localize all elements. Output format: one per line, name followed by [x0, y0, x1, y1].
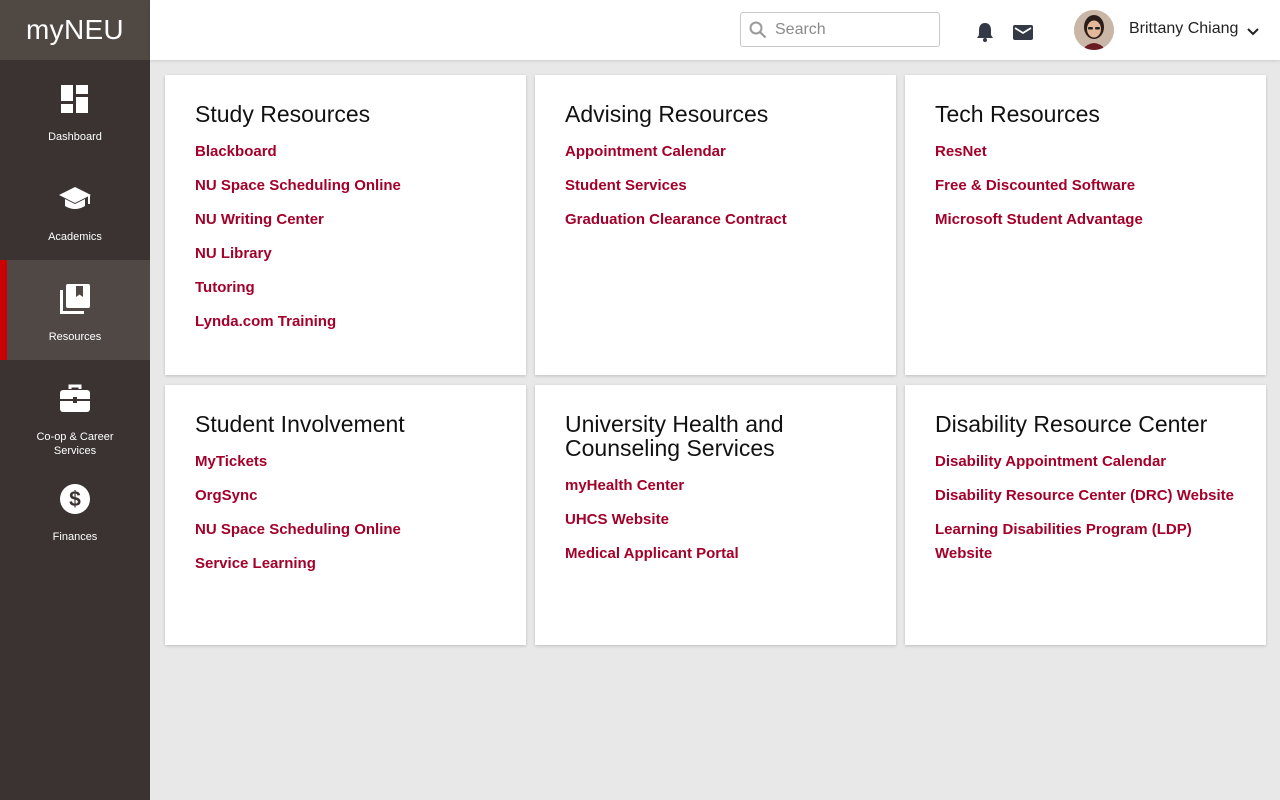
link-list: MyTickets OrgSync NU Space Scheduling On…: [195, 450, 496, 576]
link-appointment-calendar[interactable]: Appointment Calendar: [565, 140, 866, 164]
search-input[interactable]: [775, 20, 935, 39]
link-list: Disability Appointment Calendar Disabili…: [935, 450, 1236, 566]
sidebar-item-resources[interactable]: Resources: [0, 260, 150, 360]
link-service-learning[interactable]: Service Learning: [195, 552, 496, 576]
sidebar-item-label: Co-op & Career Services: [36, 431, 114, 457]
resources-icon: [58, 282, 92, 316]
card-title: Student Involvement: [195, 411, 405, 437]
app-logo[interactable]: myNEU: [26, 14, 124, 46]
card-study-resources: Study Resources Blackboard NU Space Sche…: [165, 75, 526, 375]
dollar-icon: $: [58, 482, 92, 516]
card-health-counseling: University Health and Counseling Service…: [535, 385, 896, 645]
link-list: myHealth Center UHCS Website Medical App…: [565, 474, 866, 566]
card-disability-resource-center: Disability Resource Center Disability Ap…: [905, 385, 1266, 645]
sidebar-item-label: Dashboard: [48, 131, 102, 143]
link-list: Appointment Calendar Student Services Gr…: [565, 140, 866, 232]
link-free-software[interactable]: Free & Discounted Software: [935, 174, 1236, 198]
card-title: Tech Resources: [935, 101, 1100, 127]
link-blackboard[interactable]: Blackboard: [195, 140, 496, 164]
link-nu-library[interactable]: NU Library: [195, 242, 496, 266]
link-uhcs-website[interactable]: UHCS Website: [565, 508, 866, 532]
card-title: Study Resources: [195, 101, 371, 127]
link-myhealth-center[interactable]: myHealth Center: [565, 474, 866, 498]
link-medical-applicant-portal[interactable]: Medical Applicant Portal: [565, 542, 866, 566]
sidebar: myNEU Dashboard Academics Resources Co-o…: [0, 0, 150, 800]
link-resnet[interactable]: ResNet: [935, 140, 1236, 164]
link-orgsync[interactable]: OrgSync: [195, 484, 496, 508]
link-ldp-website[interactable]: Learning Disabilities Program (LDP) Webs…: [935, 518, 1205, 566]
link-lynda-training[interactable]: Lynda.com Training: [195, 310, 496, 334]
card-advising-resources: Advising Resources Appointment Calendar …: [535, 75, 896, 375]
chevron-down-icon[interactable]: [1246, 24, 1260, 36]
user-name[interactable]: Brittany Chiang: [1129, 20, 1238, 38]
sidebar-item-label: Academics: [48, 231, 102, 243]
link-nu-space-scheduling[interactable]: NU Space Scheduling Online: [195, 518, 496, 542]
dashboard-icon: [58, 82, 92, 116]
logo-area[interactable]: myNEU: [0, 0, 150, 60]
sidebar-item-finances[interactable]: $ Finances: [0, 460, 150, 560]
card-title: Advising Resources: [565, 101, 769, 127]
briefcase-icon: [58, 382, 92, 416]
link-graduation-clearance[interactable]: Graduation Clearance Contract: [565, 208, 866, 232]
link-tutoring[interactable]: Tutoring: [195, 276, 496, 300]
link-student-services[interactable]: Student Services: [565, 174, 866, 198]
link-list: Blackboard NU Space Scheduling Online NU…: [195, 140, 496, 334]
sidebar-item-coop-career[interactable]: Co-op & Career Services: [0, 360, 150, 460]
link-nu-space-scheduling[interactable]: NU Space Scheduling Online: [195, 174, 496, 198]
search-box[interactable]: [740, 12, 940, 47]
link-disability-appointment-calendar[interactable]: Disability Appointment Calendar: [935, 450, 1236, 474]
svg-text:$: $: [69, 488, 81, 511]
link-list: ResNet Free & Discounted Software Micros…: [935, 140, 1236, 232]
card-tech-resources: Tech Resources ResNet Free & Discounted …: [905, 75, 1266, 375]
sidebar-item-label: Resources: [48, 331, 102, 343]
sidebar-item-dashboard[interactable]: Dashboard: [0, 60, 150, 160]
link-nu-writing-center[interactable]: NU Writing Center: [195, 208, 496, 232]
link-mytickets[interactable]: MyTickets: [195, 450, 496, 474]
card-title: University Health and Counseling Service…: [565, 411, 784, 461]
sidebar-item-academics[interactable]: Academics: [0, 160, 150, 260]
link-microsoft-student-advantage[interactable]: Microsoft Student Advantage: [935, 208, 1236, 232]
card-student-involvement: Student Involvement MyTickets OrgSync NU…: [165, 385, 526, 645]
avatar[interactable]: [1074, 10, 1114, 50]
mail-icon[interactable]: [1012, 21, 1034, 43]
graduation-cap-icon: [58, 182, 92, 216]
sidebar-item-label: Finances: [52, 531, 98, 543]
bell-icon[interactable]: [974, 21, 996, 43]
top-bar: Brittany Chiang: [150, 0, 1280, 60]
card-title: Disability Resource Center: [935, 411, 1208, 437]
link-drc-website[interactable]: Disability Resource Center (DRC) Website: [935, 484, 1236, 508]
search-icon: [749, 21, 767, 39]
